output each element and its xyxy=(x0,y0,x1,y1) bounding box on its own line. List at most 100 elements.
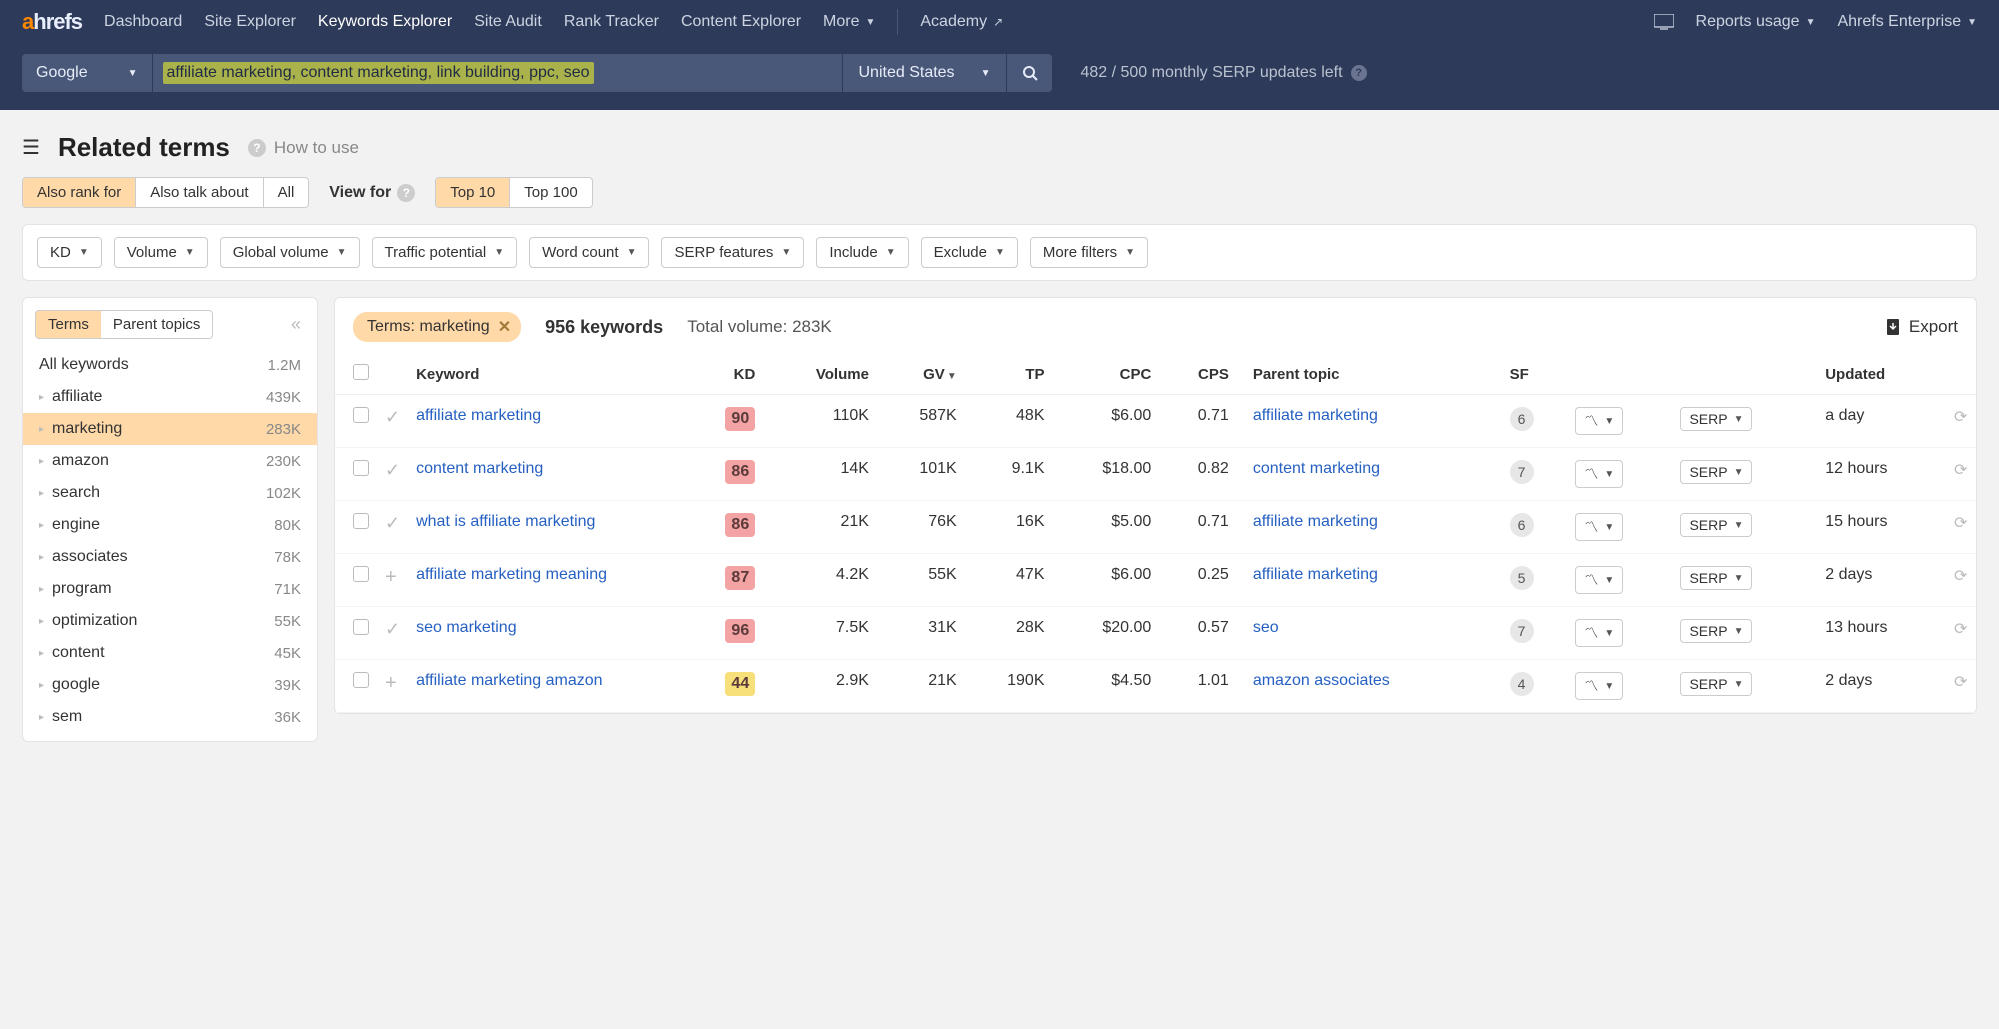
help-icon[interactable]: ? xyxy=(397,184,415,202)
sf-badge[interactable]: 7 xyxy=(1510,619,1534,643)
sf-badge[interactable]: 7 xyxy=(1510,460,1534,484)
sidebar-item[interactable]: ▸engine80K xyxy=(23,509,317,541)
mode-option[interactable]: Also rank for xyxy=(23,178,136,207)
row-checkbox[interactable] xyxy=(353,460,369,476)
col-parent[interactable]: Parent topic xyxy=(1237,354,1502,395)
nav-site-explorer[interactable]: Site Explorer xyxy=(204,13,296,31)
col-gv[interactable]: GV▼ xyxy=(877,354,965,395)
trend-button[interactable]: 〽▼ xyxy=(1575,407,1623,435)
sidebar-item[interactable]: ▸associates78K xyxy=(23,541,317,573)
nav-reports-usage[interactable]: Reports usage▼ xyxy=(1696,13,1816,31)
mode-option[interactable]: Also talk about xyxy=(136,178,263,207)
parent-topic-link[interactable]: seo xyxy=(1253,619,1279,636)
mode-option[interactable]: All xyxy=(264,178,309,207)
col-cpc[interactable]: CPC xyxy=(1053,354,1160,395)
sidebar-item[interactable]: ▸sem36K xyxy=(23,701,317,733)
filter-traffic-potential[interactable]: Traffic potential▼ xyxy=(372,237,518,268)
parent-topic-link[interactable]: affiliate marketing xyxy=(1253,407,1378,424)
serp-button[interactable]: SERP▼ xyxy=(1680,460,1752,484)
sidebar-item[interactable]: ▸affiliate439K xyxy=(23,381,317,413)
parent-topic-link[interactable]: affiliate marketing xyxy=(1253,566,1378,583)
filter-volume[interactable]: Volume▼ xyxy=(114,237,208,268)
col-updated[interactable]: Updated xyxy=(1817,354,1946,395)
sidebar-item[interactable]: ▸google39K xyxy=(23,669,317,701)
serp-button[interactable]: SERP▼ xyxy=(1680,672,1752,696)
sf-badge[interactable]: 6 xyxy=(1510,513,1534,537)
sidebar-item[interactable]: ▸marketing283K xyxy=(23,413,317,445)
remove-chip-icon[interactable]: ✕ xyxy=(498,317,511,337)
col-cps[interactable]: CPS xyxy=(1159,354,1237,395)
sidebar-item[interactable]: ▸content45K xyxy=(23,637,317,669)
parent-topic-link[interactable]: amazon associates xyxy=(1253,672,1390,689)
trend-button[interactable]: 〽▼ xyxy=(1575,672,1623,700)
screen-icon[interactable] xyxy=(1654,14,1674,30)
trend-button[interactable]: 〽▼ xyxy=(1575,513,1623,541)
serp-button[interactable]: SERP▼ xyxy=(1680,566,1752,590)
keyword-link[interactable]: what is affiliate marketing xyxy=(416,513,595,530)
row-checkbox[interactable] xyxy=(353,672,369,688)
sidebar-item[interactable]: ▸program71K xyxy=(23,573,317,605)
filter-global-volume[interactable]: Global volume▼ xyxy=(220,237,360,268)
select-all-checkbox[interactable] xyxy=(353,364,369,380)
logo[interactable]: ahrefs xyxy=(22,9,82,35)
refresh-icon[interactable]: ⟳ xyxy=(1954,568,1967,585)
nav-keywords-explorer[interactable]: Keywords Explorer xyxy=(318,13,452,31)
filter-kd[interactable]: KD▼ xyxy=(37,237,102,268)
nav-rank-tracker[interactable]: Rank Tracker xyxy=(564,13,659,31)
refresh-icon[interactable]: ⟳ xyxy=(1954,621,1967,638)
parent-topic-link[interactable]: affiliate marketing xyxy=(1253,513,1378,530)
filter-chip[interactable]: Terms: marketing✕ xyxy=(353,312,521,342)
search-engine-select[interactable]: Google▼ xyxy=(22,54,152,92)
sidebar-item[interactable]: ▸optimization55K xyxy=(23,605,317,637)
sidebar-item[interactable]: ▸amazon230K xyxy=(23,445,317,477)
viewfor-option[interactable]: Top 10 xyxy=(436,178,510,207)
trend-button[interactable]: 〽▼ xyxy=(1575,619,1623,647)
how-to-use[interactable]: ?How to use xyxy=(248,138,359,158)
search-button[interactable] xyxy=(1006,54,1052,92)
col-volume[interactable]: Volume xyxy=(763,354,877,395)
viewfor-option[interactable]: Top 100 xyxy=(510,178,591,207)
refresh-icon[interactable]: ⟳ xyxy=(1954,462,1967,479)
filter-serp-features[interactable]: SERP features▼ xyxy=(661,237,804,268)
country-select[interactable]: United States▼ xyxy=(842,54,1007,92)
collapse-icon[interactable]: « xyxy=(291,314,305,335)
row-checkbox[interactable] xyxy=(353,619,369,635)
refresh-icon[interactable]: ⟳ xyxy=(1954,409,1967,426)
nav-academy[interactable]: Academy↗ xyxy=(920,13,1003,31)
keyword-link[interactable]: content marketing xyxy=(416,460,543,477)
trend-button[interactable]: 〽▼ xyxy=(1575,460,1623,488)
col-tp[interactable]: TP xyxy=(965,354,1053,395)
row-checkbox[interactable] xyxy=(353,566,369,582)
nav-more[interactable]: More▼ xyxy=(823,13,875,31)
serp-button[interactable]: SERP▼ xyxy=(1680,513,1752,537)
export-button[interactable]: Export xyxy=(1885,317,1958,337)
plus-icon[interactable]: + xyxy=(385,672,397,694)
serp-button[interactable]: SERP▼ xyxy=(1680,407,1752,431)
serp-button[interactable]: SERP▼ xyxy=(1680,619,1752,643)
filter-more-filters[interactable]: More filters▼ xyxy=(1030,237,1148,268)
sf-badge[interactable]: 4 xyxy=(1510,672,1534,696)
sf-badge[interactable]: 5 xyxy=(1510,566,1534,590)
nav-enterprise[interactable]: Ahrefs Enterprise▼ xyxy=(1837,13,1977,31)
col-keyword[interactable]: Keyword xyxy=(408,354,688,395)
refresh-icon[interactable]: ⟳ xyxy=(1954,674,1967,691)
sidebar-tab[interactable]: Terms xyxy=(36,311,101,338)
nav-content-explorer[interactable]: Content Explorer xyxy=(681,13,801,31)
row-checkbox[interactable] xyxy=(353,407,369,423)
keyword-link[interactable]: affiliate marketing amazon xyxy=(416,672,602,689)
keyword-link[interactable]: affiliate marketing meaning xyxy=(416,566,607,583)
keywords-input[interactable]: affiliate marketing, content marketing, … xyxy=(152,54,842,92)
col-sf[interactable]: SF xyxy=(1502,354,1568,395)
filter-word-count[interactable]: Word count▼ xyxy=(529,237,649,268)
filter-include[interactable]: Include▼ xyxy=(816,237,908,268)
help-icon[interactable]: ? xyxy=(1351,65,1367,81)
refresh-icon[interactable]: ⟳ xyxy=(1954,515,1967,532)
filter-exclude[interactable]: Exclude▼ xyxy=(921,237,1018,268)
sidebar-all-keywords[interactable]: All keywords 1.2M xyxy=(23,349,317,381)
keyword-link[interactable]: seo marketing xyxy=(416,619,517,636)
row-checkbox[interactable] xyxy=(353,513,369,529)
col-kd[interactable]: KD xyxy=(688,354,764,395)
trend-button[interactable]: 〽▼ xyxy=(1575,566,1623,594)
nav-site-audit[interactable]: Site Audit xyxy=(474,13,542,31)
sidebar-item[interactable]: ▸search102K xyxy=(23,477,317,509)
